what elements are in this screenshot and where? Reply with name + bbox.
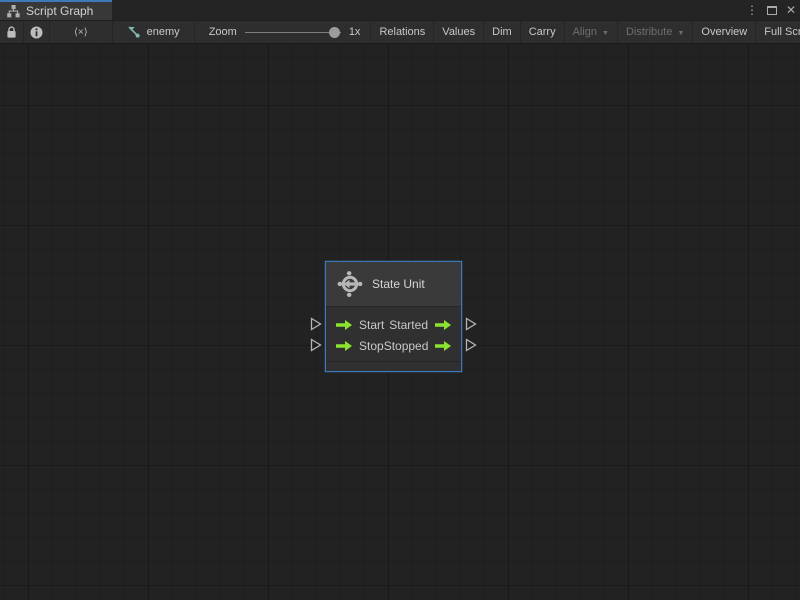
- tab-script-graph[interactable]: Script Graph: [0, 0, 112, 20]
- state-unit-icon: [337, 271, 363, 297]
- zoom-slider-handle[interactable]: [328, 26, 340, 38]
- flow-arrow-icon: [435, 319, 451, 330]
- port-row-start: Start Started: [326, 314, 461, 335]
- flow-arrow-icon: [336, 319, 352, 330]
- overview-button[interactable]: Overview: [692, 21, 755, 43]
- flow-arrow-icon: [336, 340, 352, 351]
- align-button[interactable]: Align ▼: [563, 21, 617, 43]
- node-footer: [326, 361, 461, 371]
- zoom-slider[interactable]: [244, 26, 341, 38]
- info-button[interactable]: [24, 21, 50, 43]
- chevron-down-icon: ▼: [677, 29, 685, 37]
- pin-label-stopped: Stopped: [383, 338, 429, 353]
- graph-reference[interactable]: enemy: [113, 21, 195, 43]
- fullscreen-button[interactable]: Full Screen: [755, 21, 800, 43]
- align-label: Align: [572, 26, 598, 38]
- connections-glyph: ⟨×⟩: [74, 26, 88, 38]
- values-button[interactable]: Values: [433, 21, 483, 43]
- values-label: Values: [442, 26, 476, 38]
- graph-canvas[interactable]: State Unit Start Started Stop Stopped: [0, 44, 800, 600]
- overview-label: Overview: [701, 26, 748, 38]
- distribute-label: Distribute: [625, 26, 673, 38]
- fullscreen-label: Full Screen: [764, 26, 800, 38]
- pin-started[interactable]: Started: [389, 318, 452, 332]
- toolbar-right-group: Relations Values Dim Carry Align ▼ Distr…: [370, 21, 800, 43]
- flow-graph-icon: [128, 26, 140, 38]
- pin-label-started: Started: [389, 317, 428, 332]
- connections-toggle-button[interactable]: ⟨×⟩: [50, 21, 113, 43]
- input-port-start[interactable]: [310, 317, 322, 331]
- maximize-icon[interactable]: [766, 5, 777, 15]
- input-port-stop[interactable]: [310, 338, 322, 352]
- graph-name: enemy: [146, 26, 180, 38]
- pin-stopped[interactable]: Stopped: [384, 339, 453, 353]
- lock-icon: [7, 25, 16, 38]
- lock-button[interactable]: [0, 21, 24, 43]
- carry-button[interactable]: Carry: [519, 21, 564, 43]
- pin-stop[interactable]: Stop: [335, 339, 384, 353]
- carry-label: Carry: [528, 26, 556, 38]
- window-menu-icon[interactable]: ⋮: [746, 4, 758, 16]
- pin-label-start: Start: [359, 317, 385, 332]
- chevron-down-icon: ▼: [602, 29, 609, 37]
- zoom-label: Zoom: [208, 26, 237, 38]
- port-row-stop: Stop Stopped: [326, 335, 461, 356]
- distribute-button[interactable]: Distribute ▼: [616, 21, 692, 43]
- script-graph-icon: [7, 4, 20, 17]
- output-port-started[interactable]: [465, 317, 477, 331]
- tab-bar: Script Graph ⋮ ✕: [0, 0, 800, 20]
- node-header[interactable]: State Unit: [326, 262, 461, 307]
- dim-button[interactable]: Dim: [483, 21, 520, 43]
- zoom-control: Zoom 1x: [195, 21, 371, 43]
- relations-button[interactable]: Relations: [370, 21, 433, 43]
- tab-label: Script Graph: [26, 4, 94, 18]
- node-ports: Start Started Stop Stopped: [326, 307, 461, 361]
- dim-label: Dim: [492, 26, 512, 38]
- window-controls: ⋮ ✕: [746, 0, 796, 20]
- flow-arrow-icon: [435, 340, 452, 351]
- zoom-value: 1x: [348, 26, 361, 38]
- pin-label-stop: Stop: [359, 338, 384, 353]
- pin-start[interactable]: Start: [335, 318, 384, 332]
- output-port-stopped[interactable]: [465, 338, 477, 352]
- info-icon: [30, 26, 43, 38]
- graph-toolbar: ⟨×⟩ enemy Zoom 1x Relations Values Dim C…: [0, 20, 800, 44]
- node-title: State Unit: [372, 277, 425, 291]
- state-unit-node[interactable]: State Unit Start Started Stop Stopped: [310, 261, 477, 372]
- relations-label: Relations: [379, 26, 426, 38]
- zoom-slider-track: [244, 31, 341, 33]
- close-icon[interactable]: ✕: [786, 4, 796, 16]
